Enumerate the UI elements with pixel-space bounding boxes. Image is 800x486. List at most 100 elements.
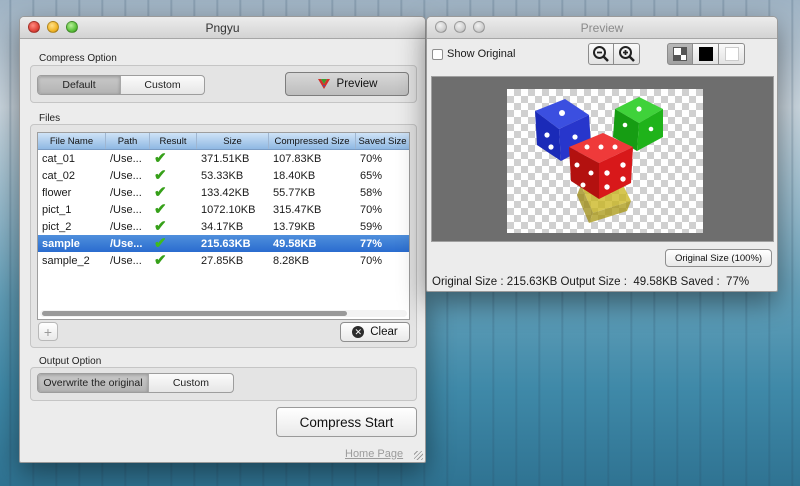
files-table: File Name Path Result Size Compressed Si… [37, 132, 410, 320]
original-size-label: Original Size (100%) [674, 252, 763, 264]
close-window-button[interactable] [28, 21, 40, 33]
original-size-button[interactable]: Original Size (100%) [665, 249, 772, 267]
files-table-body: cat_01 /Use... ✔ 371.51KB 107.83KB 70% c… [38, 150, 409, 269]
success-check-icon: ✔ [154, 202, 167, 217]
saved-size-cell: 59% [360, 220, 383, 233]
file-name-cell: cat_02 [42, 169, 76, 182]
table-row[interactable]: flower /Use... ✔ 133.42KB 55.77KB 58% [38, 184, 409, 201]
preview-close-button[interactable] [435, 21, 447, 33]
column-header-saved-size[interactable]: Saved Size [356, 133, 409, 149]
zoom-window-button[interactable] [66, 21, 78, 33]
zoom-out-button[interactable] [588, 43, 614, 65]
output-custom-segment[interactable]: Custom [149, 374, 233, 392]
checkerboard-icon [673, 47, 687, 61]
files-label: Files [39, 113, 61, 124]
saved-size-cell: 70% [360, 152, 383, 165]
file-name-cell: pict_2 [42, 220, 72, 233]
saved-size-cell: 65% [360, 169, 383, 182]
add-icon: + [43, 323, 53, 340]
saved-size-cell: 77% [360, 237, 383, 250]
preview-title: Preview [580, 21, 624, 35]
saved-size-cell: 70% [360, 203, 383, 216]
pngyu-logo-icon [317, 79, 330, 89]
table-row[interactable]: pict_1 /Use... ✔ 1072.10KB 315.47KB 70% [38, 201, 409, 218]
compress-start-button[interactable]: Compress Start [276, 407, 417, 437]
preview-zoom-button[interactable] [473, 21, 485, 33]
checkerboard-background-button[interactable] [667, 43, 693, 65]
background-selector [667, 43, 745, 65]
success-check-icon: ✔ [154, 253, 167, 268]
horizontal-scrollbar[interactable] [40, 310, 407, 317]
size-cell: 53.33KB [201, 169, 244, 182]
checkbox-box[interactable] [432, 48, 443, 60]
compress-option-label: Compress Option [39, 53, 117, 64]
path-cell: /Use... [110, 169, 142, 182]
success-check-icon: ✔ [154, 168, 167, 183]
table-row[interactable]: sample_2 /Use... ✔ 27.85KB 8.28KB 70% [38, 252, 409, 269]
add-file-button[interactable]: + [38, 322, 58, 341]
white-swatch-icon [724, 47, 739, 61]
pngyu-window: Pngyu Compress Option Default Custom Pre… [19, 16, 426, 463]
zoom-out-icon [593, 46, 609, 62]
preview-titlebar[interactable]: Preview [427, 17, 777, 39]
black-background-button[interactable] [693, 43, 719, 65]
file-name-cell: sample [42, 237, 80, 250]
file-name-cell: flower [42, 186, 72, 199]
home-page-link[interactable]: Home Page [345, 448, 403, 460]
show-original-checkbox[interactable]: Show Original [432, 48, 515, 60]
clear-button-label: Clear [370, 326, 398, 338]
column-header-compressed-size[interactable]: Compressed Size [269, 133, 356, 149]
zoom-in-button[interactable] [614, 43, 640, 65]
preview-button-label: Preview [336, 78, 378, 90]
resize-grip-icon[interactable] [414, 451, 423, 460]
table-row[interactable]: cat_01 /Use... ✔ 371.51KB 107.83KB 70% [38, 150, 409, 167]
show-original-label: Show Original [447, 48, 516, 60]
compress-option-segmented: Default Custom [37, 75, 205, 95]
window-title: Pngyu [205, 21, 240, 35]
compressed-size-cell: 107.83KB [273, 152, 322, 165]
compress-start-label: Compress Start [299, 414, 394, 430]
compress-custom-segment[interactable]: Custom [121, 76, 204, 94]
path-cell: /Use... [110, 254, 142, 267]
files-table-header: File Name Path Result Size Compressed Si… [38, 133, 409, 150]
output-option-label: Output Option [39, 356, 102, 367]
preview-minimize-button[interactable] [454, 21, 466, 33]
column-header-result[interactable]: Result [150, 133, 197, 149]
table-row-selected[interactable]: sample /Use... ✔ 215.63KB 49.58KB 77% [38, 235, 409, 252]
file-name-cell: cat_01 [42, 152, 76, 165]
size-cell: 133.42KB [201, 186, 250, 199]
preview-status-text: Original Size : 215.63KB Output Size : 4… [432, 276, 750, 288]
clear-icon: ✕ [352, 326, 365, 338]
dice-image-icon [535, 97, 663, 223]
scrollbar-thumb[interactable] [42, 311, 347, 316]
compress-default-segment[interactable]: Default [38, 76, 121, 94]
preview-button[interactable]: Preview [285, 72, 409, 96]
size-cell: 1072.10KB [201, 203, 256, 216]
column-header-size[interactable]: Size [197, 133, 269, 149]
size-cell: 27.85KB [201, 254, 244, 267]
preview-canvas[interactable] [431, 76, 774, 242]
size-cell: 215.63KB [201, 237, 251, 250]
saved-size-cell: 70% [360, 254, 383, 267]
output-option-segmented: Overwrite the original Custom [37, 373, 234, 393]
main-titlebar[interactable]: Pngyu [20, 17, 425, 39]
compressed-size-cell: 13.79KB [273, 220, 316, 233]
compressed-size-cell: 315.47KB [273, 203, 322, 216]
white-background-button[interactable] [719, 43, 745, 65]
minimize-window-button[interactable] [47, 21, 59, 33]
column-header-file-name[interactable]: File Name [38, 133, 106, 149]
black-swatch-icon [698, 47, 713, 61]
path-cell: /Use... [110, 237, 143, 250]
compressed-size-cell: 8.28KB [273, 254, 310, 267]
zoom-in-icon [618, 46, 635, 62]
compressed-size-cell: 55.77KB [273, 186, 316, 199]
file-name-cell: pict_1 [42, 203, 72, 216]
clear-button[interactable]: ✕ Clear [340, 322, 410, 342]
table-row[interactable]: pict_2 /Use... ✔ 34.17KB 13.79KB 59% [38, 218, 409, 235]
column-header-path[interactable]: Path [106, 133, 150, 149]
overwrite-original-segment[interactable]: Overwrite the original [38, 374, 149, 392]
success-check-icon: ✔ [154, 219, 167, 234]
saved-size-cell: 58% [360, 186, 383, 199]
table-row[interactable]: cat_02 /Use... ✔ 53.33KB 18.40KB 65% [38, 167, 409, 184]
path-cell: /Use... [110, 152, 142, 165]
